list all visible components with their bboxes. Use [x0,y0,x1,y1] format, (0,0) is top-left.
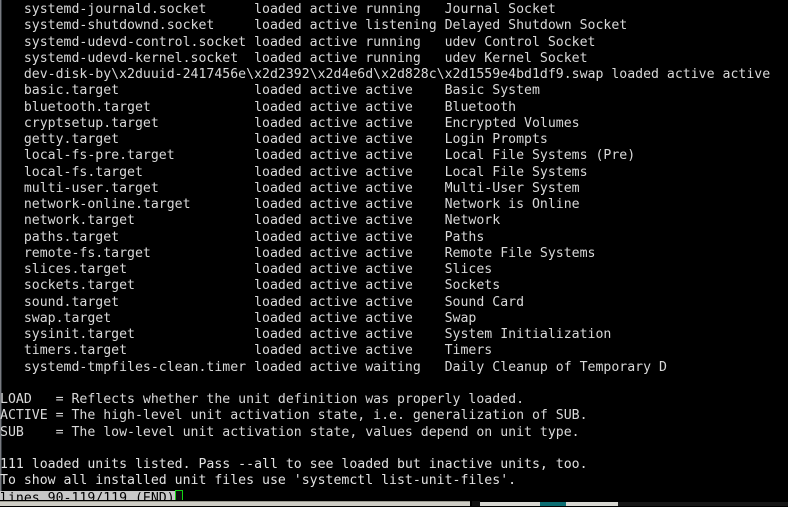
unit-row: getty.target loaded active active Login … [0,132,548,147]
unit-row: dev-disk-by\x2duuid-2417456e\x2d2392\x2d… [0,67,771,82]
bg-strip-segment [540,502,566,506]
unit-row: systemd-udevd-kernel.socket loaded activ… [0,50,588,66]
unit-row: swap.target loaded active active Swap [0,310,477,326]
unit-row: local-fs-pre.target loaded active active… [0,148,636,164]
bg-strip-segment [566,502,618,506]
summary-count-line: 111 loaded units listed. Pass --all to s… [0,457,588,472]
unit-row: cryptsetup.target loaded active active E… [0,115,580,131]
unit-row: slices.target loaded active active Slice… [0,262,493,277]
legend-sub-line: SUB = The low-level unit activation stat… [0,424,580,440]
summary-hint-line: To show all installed unit files use 'sy… [0,473,517,489]
unit-row: sound.target loaded active active Sound … [0,294,525,310]
unit-row: systemd-journald.socket loaded active ru… [0,2,556,17]
unit-row: network-online.target loaded active acti… [0,197,580,212]
bg-strip-segment [618,502,788,506]
terminal-screen[interactable]: systemd-journald.socket loaded active ru… [0,0,788,506]
unit-row: network.target loaded active active Netw… [0,213,501,229]
bg-strip-segment [0,501,470,506]
background-window-strip [0,500,788,506]
unit-row: local-fs.target loaded active active Loc… [0,164,588,180]
unit-row: timers.target loaded active active Timer… [0,343,493,359]
legend-load-line: LOAD = Reflects whether the unit definit… [0,392,525,407]
legend-active-line: ACTIVE = The high-level unit activation … [0,408,588,424]
terminal-window[interactable]: systemd-journald.socket loaded active ru… [0,0,788,506]
unit-row: sockets.target loaded active active Sock… [0,278,501,294]
bg-strip-segment [480,502,540,506]
unit-row: remote-fs.target loaded active active Re… [0,245,596,261]
unit-row: paths.target loaded active active Paths [0,229,485,245]
unit-row: systemd-udevd-control.socket loaded acti… [0,34,596,50]
unit-row: sysinit.target loaded active active Syst… [0,327,612,342]
unit-row: basic.target loaded active active Basic … [0,83,540,99]
unit-row: bluetooth.target loaded active active Bl… [0,99,517,115]
unit-row: multi-user.target loaded active active M… [0,180,580,196]
bg-strip-segment [472,501,480,506]
unit-row: systemd-shutdownd.socket loaded active l… [0,18,628,34]
unit-row: systemd-tmpfiles-clean.timer loaded acti… [0,359,667,375]
